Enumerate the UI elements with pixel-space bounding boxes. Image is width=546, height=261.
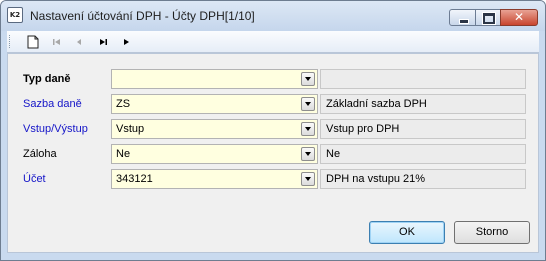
previous-record-icon — [77, 38, 81, 45]
new-record-button[interactable] — [23, 33, 43, 50]
advance-description-text: Ne — [326, 148, 341, 160]
title-bar[interactable]: K2 Nastavení účtování DPH - Účty DPH[1/1… — [1, 1, 545, 31]
last-record-button[interactable] — [93, 33, 113, 50]
advance-label: Záloha — [23, 148, 57, 160]
close-icon: ✕ — [513, 10, 525, 24]
dialog-window: K2 Nastavení účtování DPH - Účty DPH[1/1… — [0, 0, 546, 261]
ok-button[interactable]: OK — [369, 221, 445, 244]
advance-value: Ne — [116, 148, 131, 160]
account-value: 343121 — [116, 173, 153, 185]
input-output-value: Vstup — [116, 123, 145, 135]
tax-rate-combo[interactable]: ZS — [111, 94, 318, 114]
account-description-text: DPH na vstupu 21% — [326, 173, 426, 185]
first-record-button[interactable] — [47, 33, 67, 50]
record-toolbar — [7, 31, 539, 53]
chevron-down-icon — [305, 102, 311, 106]
tax-rate-description-text: Základní sazba DPH — [326, 98, 427, 110]
next-record-icon — [124, 38, 129, 45]
account-dropdown-button[interactable] — [301, 172, 315, 186]
advance-dropdown-button[interactable] — [301, 147, 315, 161]
account-combo[interactable]: 343121 — [111, 169, 318, 189]
account-label[interactable]: Účet — [23, 173, 46, 185]
first-record-icon — [53, 38, 60, 45]
form-row-advance: Záloha Ne Ne — [8, 144, 538, 164]
input-output-label[interactable]: Vstup/Výstup — [23, 123, 88, 135]
chevron-down-icon — [305, 127, 311, 131]
new-document-icon — [27, 35, 39, 48]
tax-rate-description: Základní sazba DPH — [320, 94, 526, 114]
window-title: Nastavení účtování DPH - Účty DPH[1/10] — [30, 9, 255, 23]
form-row-input-output: Vstup/Výstup Vstup Vstup pro DPH — [8, 119, 538, 139]
input-output-dropdown-button[interactable] — [301, 122, 315, 136]
advance-description: Ne — [320, 144, 526, 164]
input-output-description: Vstup pro DPH — [320, 119, 526, 139]
chevron-down-icon — [305, 177, 311, 181]
toolbar-grip[interactable] — [9, 35, 13, 48]
chevron-down-icon — [305, 77, 311, 81]
tax-type-combo[interactable] — [111, 69, 318, 89]
tax-type-label: Typ daně — [23, 73, 71, 85]
tax-rate-value: ZS — [116, 98, 131, 110]
app-icon: K2 — [7, 7, 23, 23]
cancel-button[interactable]: Storno — [454, 221, 530, 244]
input-output-description-text: Vstup pro DPH — [326, 123, 400, 135]
previous-record-button[interactable] — [69, 33, 89, 50]
tax-type-dropdown-button[interactable] — [301, 72, 315, 86]
input-output-combo[interactable]: Vstup — [111, 119, 318, 139]
form-panel: Typ daně Sazba daně ZS Základní sazba DP… — [7, 53, 539, 253]
minimize-icon — [459, 19, 469, 24]
close-button[interactable]: ✕ — [500, 9, 538, 26]
tax-rate-dropdown-button[interactable] — [301, 97, 315, 111]
maximize-button[interactable] — [475, 9, 501, 26]
next-record-button[interactable] — [116, 33, 136, 50]
tax-type-description — [320, 69, 526, 89]
form-row-account: Účet 343121 DPH na vstupu 21% — [8, 169, 538, 189]
form-row-tax-rate: Sazba daně ZS Základní sazba DPH — [8, 94, 538, 114]
last-record-icon — [100, 38, 107, 45]
form-row-tax-type: Typ daně — [8, 69, 538, 89]
tax-rate-label[interactable]: Sazba daně — [23, 98, 82, 110]
advance-combo[interactable]: Ne — [111, 144, 318, 164]
account-description: DPH na vstupu 21% — [320, 169, 526, 189]
chevron-down-icon — [305, 152, 311, 156]
minimize-button[interactable] — [449, 9, 476, 26]
maximize-icon — [482, 12, 496, 25]
